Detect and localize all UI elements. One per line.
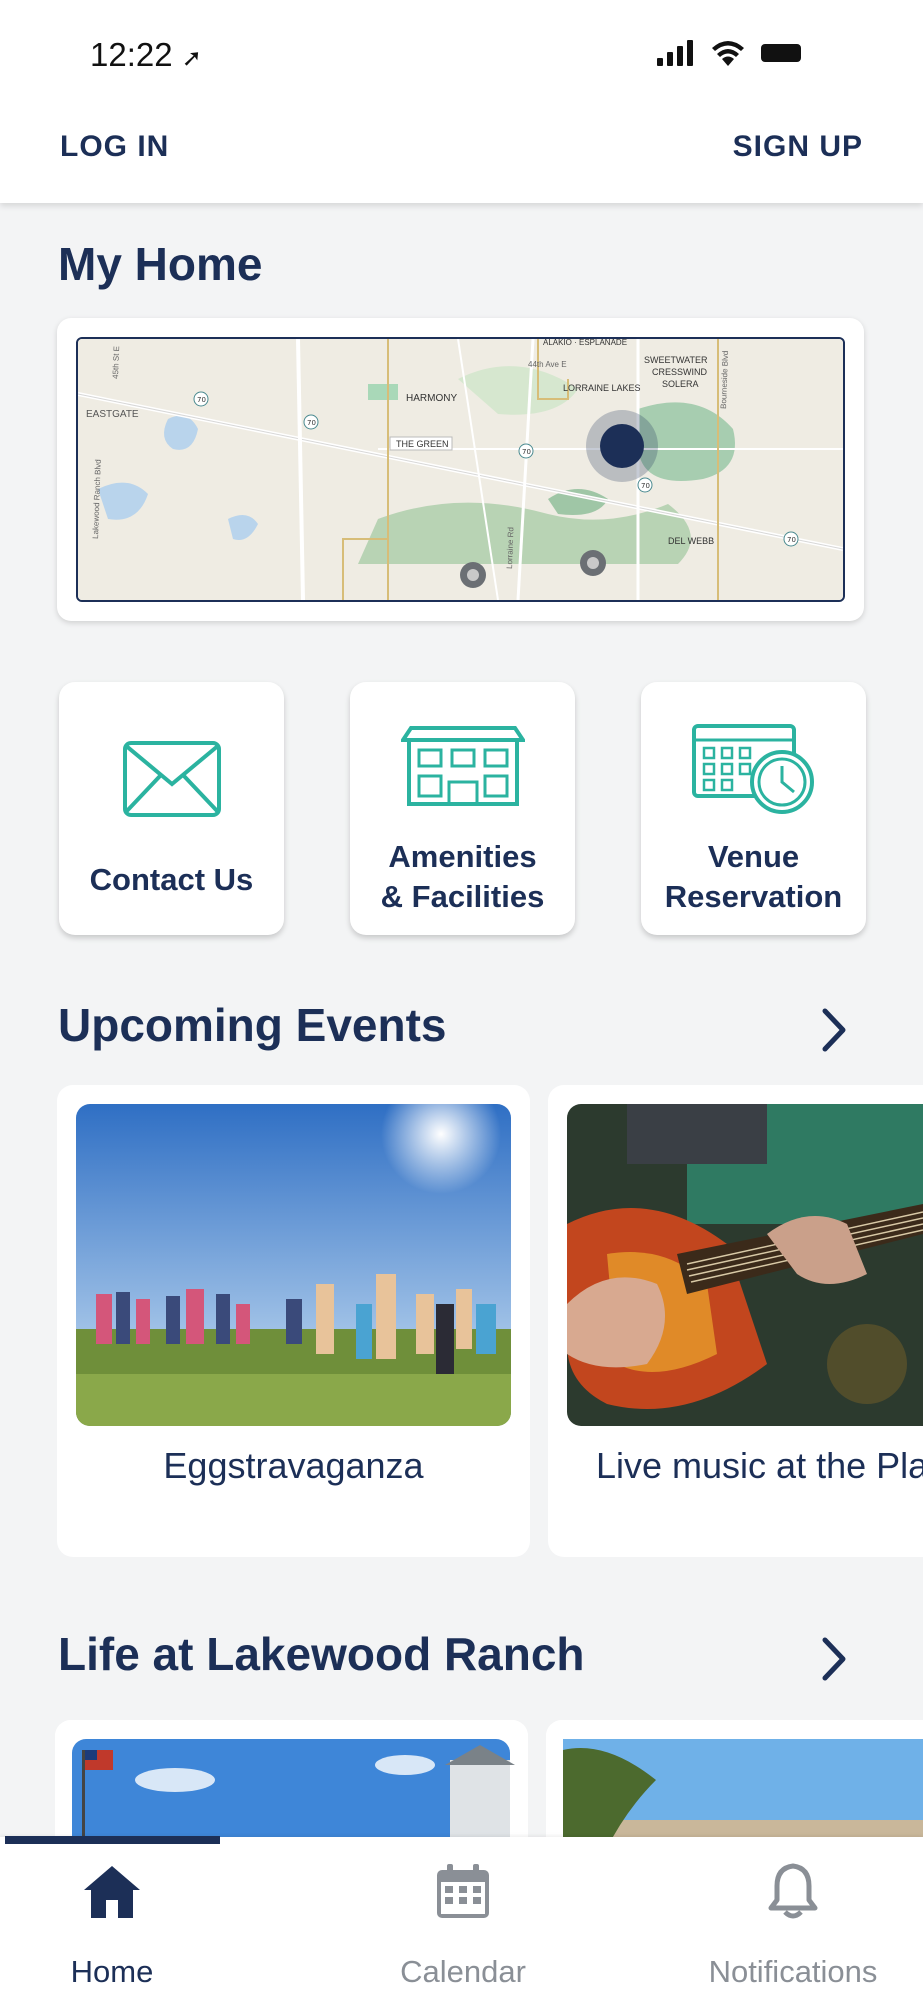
tab-home[interactable]: Home — [2, 1862, 222, 1989]
route-badge: 70 — [637, 477, 653, 493]
svg-text:70: 70 — [522, 448, 531, 456]
life-chevron-right-icon[interactable] — [813, 1634, 853, 1684]
amenities-tile[interactable]: Amenities & Facilities — [350, 682, 575, 935]
svg-text:DEL WEBB: DEL WEBB — [668, 536, 714, 546]
bell-icon — [768, 1863, 818, 1919]
event-image — [567, 1104, 923, 1426]
home-icon — [84, 1866, 140, 1918]
location-marker[interactable] — [586, 410, 658, 482]
venue-reservation-tile[interactable]: Venue Reservation — [641, 682, 866, 935]
svg-text:45th St E: 45th St E — [111, 346, 121, 379]
event-title: Live music at the Pla — [596, 1445, 923, 1486]
status-icons — [657, 40, 803, 66]
svg-text:Lorraine Rd: Lorraine Rd — [505, 527, 515, 569]
event-image — [76, 1104, 511, 1426]
svg-text:CRESSWIND: CRESSWIND — [652, 367, 708, 377]
wifi-icon — [712, 41, 744, 66]
status-time: 12:22 ➚ — [90, 36, 202, 73]
life-title: Life at Lakewood Ranch — [58, 1628, 585, 1680]
svg-text:EASTGATE: EASTGATE — [86, 409, 139, 420]
tab-calendar[interactable]: Calendar — [353, 1862, 573, 1989]
map-card[interactable]: EASTGATE HARMONY THE GREEN LORRAINE LAKE… — [57, 318, 864, 621]
svg-text:THE GREEN: THE GREEN — [396, 439, 449, 449]
events-chevron-right-icon[interactable] — [813, 1005, 853, 1055]
svg-text:LORRAINE LAKES: LORRAINE LAKES — [563, 383, 641, 393]
location-arrow-icon: ➚ — [181, 45, 202, 72]
event-card[interactable]: Eggstravaganza — [57, 1085, 530, 1557]
map-graphic: EASTGATE HARMONY THE GREEN LORRAINE LAKE… — [78, 339, 843, 600]
contact-us-tile[interactable]: Contact Us — [59, 682, 284, 935]
tab-notifications[interactable]: Notifications — [683, 1862, 903, 1989]
signup-button[interactable]: SIGN UP — [733, 130, 863, 164]
tile-label: Reservation — [664, 879, 843, 914]
battery-icon — [761, 44, 801, 62]
envelope-icon — [122, 741, 221, 817]
svg-text:70: 70 — [197, 396, 206, 404]
svg-text:SWEETWATER: SWEETWATER — [644, 355, 708, 365]
tile-label: & Facilities — [380, 879, 545, 914]
tile-label: Venue — [707, 839, 800, 874]
calendar-icon — [437, 1864, 489, 1918]
tab-label: Home — [70, 1954, 154, 1989]
svg-text:70: 70 — [307, 419, 316, 427]
svg-text:70: 70 — [787, 536, 796, 544]
svg-text:SOLERA: SOLERA — [662, 379, 699, 389]
event-title: Eggstravaganza — [163, 1445, 424, 1486]
building-icon — [400, 726, 525, 806]
tile-label: Amenities — [388, 839, 537, 874]
svg-text:HARMONY: HARMONY — [406, 393, 457, 404]
tab-label: Calendar — [400, 1954, 526, 1989]
event-card[interactable]: Live music at the Pla — [548, 1085, 923, 1557]
svg-text:ALAKIO · ESPLANADE: ALAKIO · ESPLANADE — [543, 339, 627, 347]
signal-icon — [657, 40, 693, 66]
route-badge: 70 — [518, 443, 534, 459]
svg-text:70: 70 — [641, 482, 650, 490]
tile-label: Contact Us — [89, 862, 254, 897]
route-badge: 70 — [303, 414, 319, 430]
svg-text:44th Ave E: 44th Ave E — [528, 360, 567, 369]
login-button[interactable]: LOG IN — [60, 130, 169, 164]
tab-label: Notifications — [708, 1954, 878, 1989]
my-home-title: My Home — [58, 238, 263, 290]
map-pin[interactable] — [460, 562, 486, 588]
route-badge: 70 — [193, 391, 209, 407]
tab-active-indicator — [5, 1836, 220, 1844]
top-bar: 12:22 ➚ LOG IN SIGN UP — [0, 0, 923, 203]
calendar-clock-icon — [691, 724, 814, 814]
upcoming-events-title: Upcoming Events — [58, 999, 447, 1051]
route-badge: 70 — [783, 531, 799, 547]
community-map[interactable]: EASTGATE HARMONY THE GREEN LORRAINE LAKE… — [76, 337, 845, 602]
map-pin[interactable] — [580, 550, 606, 576]
